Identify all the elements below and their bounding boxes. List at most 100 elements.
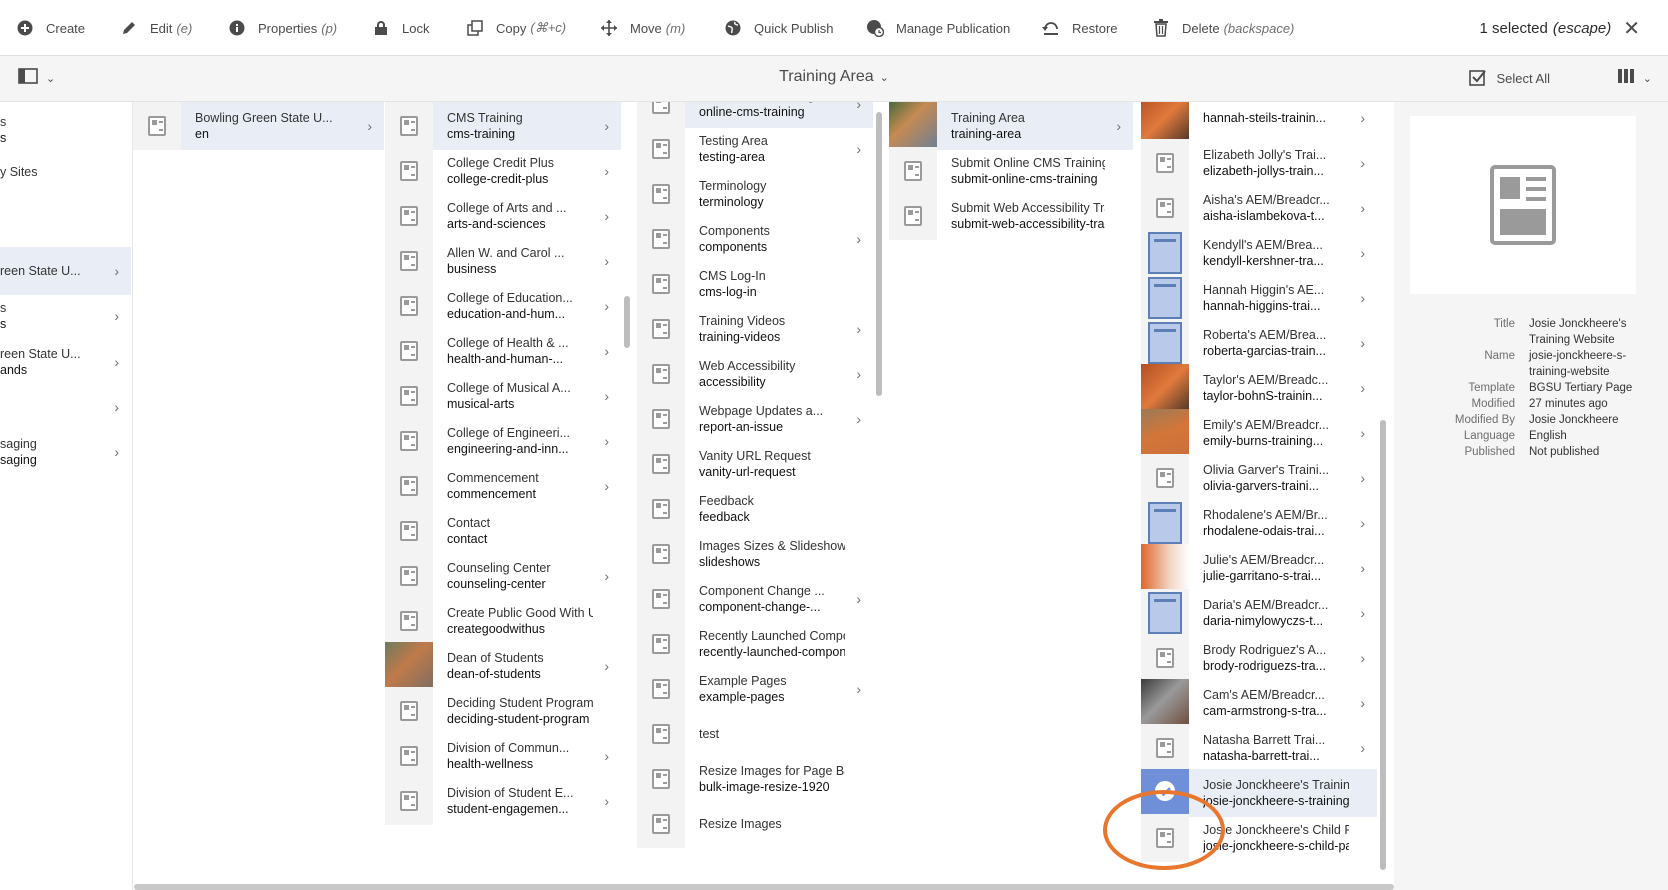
list-item[interactable]: College of Education... education-and-hum… [385, 282, 621, 330]
list-item[interactable]: test [637, 710, 873, 758]
list-item[interactable]: Roberta's AEM/Brea... roberta-garcias-tra… [1141, 319, 1377, 367]
thumbnail [637, 305, 685, 353]
list-item[interactable]: Contact contact [385, 507, 621, 555]
list-item[interactable]: College Credit Plus college-credit-plus › [385, 147, 621, 195]
properties-button[interactable]: Properties (p) [228, 0, 337, 56]
list-item[interactable]: Hannah Higgin's AE... hannah-higgins-trai… [1141, 274, 1377, 322]
move-button[interactable]: Move (m) [600, 0, 685, 56]
view-switcher[interactable]: ⌄ [1617, 68, 1652, 89]
list-item[interactable]: Component Change ... component-change-...… [637, 575, 873, 623]
list-item[interactable]: Elizabeth Jolly's Trai... elizabeth-jolly… [1141, 139, 1377, 187]
list-item[interactable]: Deciding Student Program deciding-student… [385, 687, 621, 735]
item-title: Roberta's AEM/Brea... [1203, 328, 1327, 342]
list-item[interactable]: College of Engineeri... engineering-and-i… [385, 417, 621, 465]
list-item[interactable]: Allen W. and Carol ... business › [385, 237, 621, 285]
close-icon[interactable]: ✕ [1623, 16, 1640, 41]
list-item[interactable]: CMS Training cms-training › [385, 102, 621, 150]
list-item[interactable]: Daria's AEM/Breadcr... daria-nimylowyczs-… [1141, 589, 1377, 637]
list-item[interactable]: Training Area training-area › [889, 102, 1133, 150]
list-item[interactable]: Web Accessibility accessibility › [637, 350, 873, 398]
properties-shortcut: (p) [321, 20, 338, 36]
list-item[interactable]: Terminology terminology [637, 170, 873, 218]
list-item[interactable]: Feedback feedback [637, 485, 873, 533]
list-item[interactable]: Aisha's AEM/Breadcr... aisha-islambekova-… [1141, 184, 1377, 232]
delete-button[interactable]: Delete (backspace) [1152, 0, 1294, 56]
title-chevron-icon: ⌄ [879, 72, 889, 84]
list-item[interactable]: ss [0, 106, 131, 154]
vertical-scrollbar[interactable] [876, 112, 882, 396]
item-name: feedback [699, 510, 750, 524]
list-item[interactable]: College of Health & ... health-and-human-… [385, 327, 621, 375]
copy-button[interactable]: Copy (⌘+c) [466, 0, 566, 56]
list-item[interactable]: Resize Images [637, 800, 873, 848]
select-all-button[interactable]: Select All [1468, 68, 1550, 89]
list-item[interactable]: Resize Images for Page Ban... bulk-image-… [637, 755, 873, 803]
list-item[interactable]: ss › [0, 292, 131, 340]
item-name: dean-of-students [447, 667, 541, 681]
list-item[interactable]: Testing Area testing-area › [637, 125, 873, 173]
list-item[interactable]: Recently Launched Compo... recently-launc… [637, 620, 873, 668]
list-item[interactable]: Emily's AEM/Breadcr... emily-burns-traini… [1141, 409, 1377, 457]
list-item[interactable]: CMS Log-In cms-log-in [637, 260, 873, 308]
list-item[interactable]: Dean of Students dean-of-students › [385, 642, 621, 690]
page-icon [652, 364, 670, 384]
page-title[interactable]: Training Area ⌄ [0, 68, 1668, 86]
item-title: Terminology [699, 179, 767, 193]
list-item[interactable]: Components components › [637, 215, 873, 263]
list-item[interactable]: saging saging › [0, 428, 131, 476]
list-item[interactable]: Training Videos training-videos › [637, 305, 873, 353]
list-item[interactable]: College of Arts and ... arts-and-sciences… [385, 192, 621, 240]
document-icon [1148, 232, 1182, 274]
edit-button[interactable]: Edit (e) [120, 0, 192, 56]
vertical-scrollbar[interactable] [624, 296, 630, 348]
item-title: Images Sizes & Slideshows [699, 539, 845, 553]
chevron-right-icon: › [856, 366, 861, 382]
list-item[interactable]: Olivia Garver's Traini... olivia-garvers-… [1141, 454, 1377, 502]
list-item[interactable]: Submit Online CMS Training submit-online-… [889, 147, 1133, 195]
restore-button[interactable]: Restore [1042, 0, 1118, 56]
item-name: student-engagemen... [447, 802, 569, 816]
item-title: Web Accessibility [699, 359, 796, 373]
create-button[interactable]: Create [16, 0, 85, 56]
list-item[interactable]: Submit Web Accessibility Train... submit-… [889, 192, 1133, 240]
list-item[interactable]: Taylor's AEM/Breadc... taylor-bohnS-train… [1141, 364, 1377, 412]
list-item[interactable]: Rhodalene's AEM/Br... rhodalene-odais-tra… [1141, 499, 1377, 547]
list-item[interactable]: y Sites [0, 148, 131, 196]
vertical-scrollbar[interactable] [1380, 420, 1386, 870]
list-item[interactable]: Natasha Barrett Trai... natasha-barrett-t… [1141, 724, 1377, 772]
list-item[interactable]: Brody Rodriguez's A... brody-rodriguezs-t… [1141, 634, 1377, 682]
list-item[interactable]: Division of Commun... health-wellness › [385, 732, 621, 780]
item-name: submit-online-cms-training [951, 172, 1098, 186]
list-item[interactable]: Webpage Updates a... report-an-issue › [637, 395, 873, 443]
list-item[interactable]: Commencement commencement › [385, 462, 621, 510]
list-item[interactable]: › [0, 383, 131, 431]
manage-publication-button[interactable]: Manage Publication [866, 0, 1010, 56]
move-label: Move [630, 20, 662, 36]
horizontal-scrollbar[interactable] [134, 884, 1394, 890]
list-item[interactable]: Division of Student E... student-engageme… [385, 777, 621, 825]
list-item[interactable]: Example Pages example-pages › [637, 665, 873, 713]
item-name: slideshows [699, 555, 761, 569]
list-item[interactable]: College of Musical A... musical-arts › [385, 372, 621, 420]
list-item[interactable]: Create Public Good With Us creategoodwith… [385, 597, 621, 645]
globe-icon [724, 19, 742, 37]
metadata-key: Modified [1471, 398, 1515, 410]
item-name: accessibility [699, 375, 766, 389]
list-item[interactable]: Kendyll's AEM/Brea... kendyll-kershner-tr… [1141, 229, 1377, 277]
list-item[interactable]: Cam's AEM/Breadcr... cam-armstrong-s-tra.… [1141, 679, 1377, 727]
list-item[interactable]: reen State U... › [0, 247, 131, 295]
list-item[interactable]: reen State U... ands › [0, 338, 131, 386]
lock-button[interactable]: Lock [372, 0, 429, 56]
list-item[interactable]: Counseling Center counseling-center › [385, 552, 621, 600]
chevron-right-icon: › [114, 308, 119, 324]
metadata-list: Title Josie Jonckheere's Training Website… [1394, 316, 1668, 460]
list-item[interactable]: Julie's AEM/Breadcr... julie-garritano-s-… [1141, 544, 1377, 592]
chevron-right-icon: › [1360, 695, 1365, 711]
list-item[interactable]: Bowling Green State U... en › [133, 102, 384, 150]
item-name: brody-rodriguezs-tra... [1203, 659, 1326, 673]
list-item[interactable]: Images Sizes & Slideshows slideshows [637, 530, 873, 578]
quick-publish-button[interactable]: Quick Publish [724, 0, 833, 56]
item-name: aisha-islambekova-t... [1203, 209, 1325, 223]
list-item[interactable]: Vanity URL Request vanity-url-request [637, 440, 873, 488]
list-item[interactable]: hannah-steils-trainin... › [1141, 102, 1377, 142]
